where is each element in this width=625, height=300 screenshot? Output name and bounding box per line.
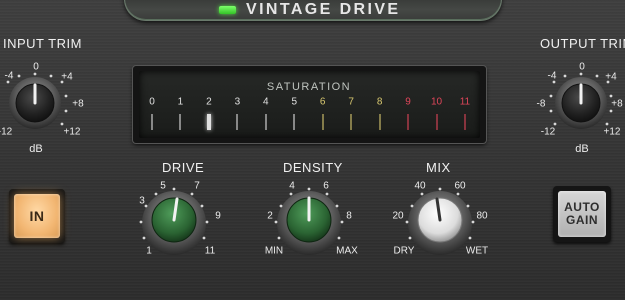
mix-tick-60: 60	[454, 180, 466, 192]
meter-scale-label: 2	[206, 96, 212, 108]
meter-scale-label: 11	[459, 96, 471, 108]
density-tick-6: 6	[323, 180, 329, 192]
meter-segment	[151, 114, 153, 130]
density-knob[interactable]	[277, 191, 341, 255]
meter-segment	[407, 114, 410, 130]
drive-label: DRIVE	[162, 160, 205, 175]
output-trim-unit: dB	[575, 143, 589, 155]
in-button-label: IN	[14, 194, 60, 238]
meter-segment	[264, 114, 267, 130]
output-trim-tick-plus4: +4	[605, 71, 617, 83]
input-trim-tick-plus4: +4	[61, 71, 73, 83]
meter-segment	[293, 114, 296, 130]
mix-tick-wet: WET	[465, 245, 489, 257]
mix-knob[interactable]	[408, 191, 472, 255]
output-trim-label: OUTPUT TRIM	[540, 36, 625, 51]
density-tick-2: 2	[267, 210, 273, 222]
drive-tick-11: 11	[204, 245, 216, 257]
meter-segment	[236, 114, 239, 130]
density-tick-min: MIN	[264, 245, 284, 257]
mix-tick-40: 40	[414, 180, 426, 192]
meter-segment	[179, 114, 182, 130]
in-button[interactable]: IN	[9, 189, 65, 243]
mix-label: MIX	[426, 160, 451, 175]
auto-gain-button[interactable]: AUTO GAIN	[553, 186, 611, 242]
meter-scale-label: 0	[149, 96, 155, 108]
output-trim-tick-minus4: -4	[547, 70, 557, 82]
input-trim-tick-minus4: -4	[4, 70, 14, 82]
output-trim-knob[interactable]	[555, 77, 607, 129]
mix-tick-dry: DRY	[393, 245, 415, 257]
density-label: DENSITY	[283, 160, 343, 175]
mix-tick-80: 80	[476, 210, 488, 222]
meter-needle	[206, 114, 211, 130]
meter-scale-label: 4	[263, 96, 269, 108]
drive-tick-3: 3	[139, 195, 145, 207]
drive-tick-1: 1	[146, 245, 152, 257]
input-trim-tick-minus12: -12	[0, 126, 13, 138]
density-tick-8: 8	[346, 210, 352, 222]
output-trim-tick-minus8: -8	[536, 98, 546, 110]
meter-scale-label: 7	[348, 96, 354, 108]
meter-segment	[378, 114, 381, 130]
input-trim-tick-plus8: +8	[72, 98, 84, 110]
meter-scale-label: 6	[319, 96, 326, 108]
density-tick-4: 4	[289, 180, 295, 192]
meter-scale-label: 5	[291, 96, 298, 108]
meter-segment	[463, 114, 466, 130]
mix-tick-20: 20	[392, 210, 404, 222]
input-trim-label: INPUT TRIM	[3, 36, 82, 51]
density-tick-max: MAX	[336, 245, 358, 257]
input-trim-tick-0: 0	[33, 61, 39, 73]
output-trim-tick-0: 0	[579, 61, 585, 73]
meter-segment	[321, 114, 324, 130]
input-trim-knob[interactable]	[9, 77, 61, 129]
meter-segment	[350, 114, 353, 130]
drive-tick-7: 7	[194, 180, 200, 192]
auto-gain-line2: GAIN	[566, 213, 598, 227]
meter-scale-label: 1	[177, 96, 184, 108]
meter-scale-label: 10	[430, 96, 443, 108]
drive-tick-5: 5	[160, 180, 166, 192]
output-trim-tick-plus12: +12	[603, 126, 621, 138]
output-trim-tick-minus12: -12	[540, 126, 556, 138]
output-trim-tick-plus8: +8	[611, 98, 623, 110]
meter-title: SATURATION	[266, 81, 352, 93]
knob-graphics	[6, 72, 613, 255]
input-trim-tick-plus12: +12	[63, 126, 81, 138]
drive-tick-9: 9	[215, 210, 221, 222]
meter-segment	[435, 114, 438, 130]
input-trim-unit: dB	[29, 143, 43, 155]
meter-scale-label: 9	[405, 96, 411, 108]
meter-scale-label: 3	[234, 96, 241, 108]
meter-scale-label: 8	[376, 96, 383, 108]
